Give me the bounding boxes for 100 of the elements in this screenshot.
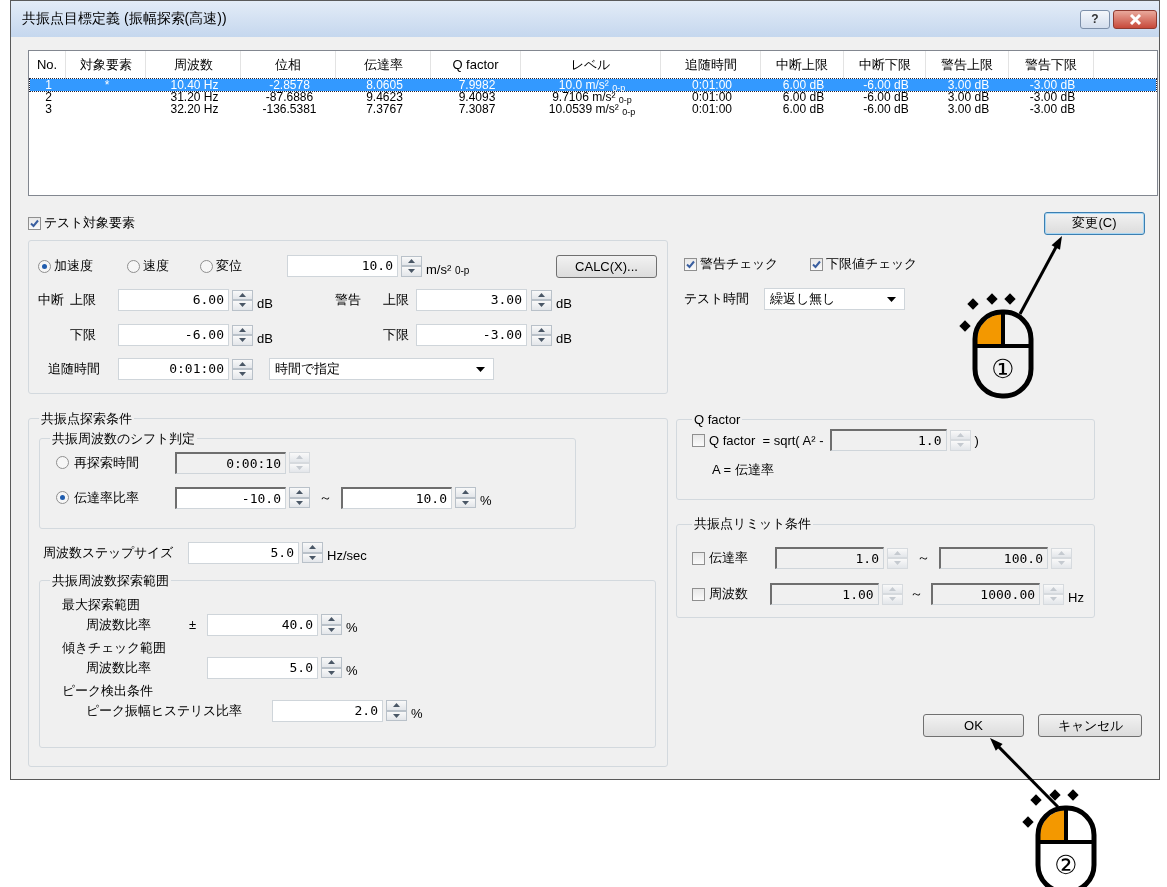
down-triangle-icon [239,303,246,308]
number-field[interactable]: 0:01:00 [118,358,229,380]
number-field[interactable]: 1.00 [769,583,879,605]
spin-down-button[interactable] [232,335,253,346]
radio-button[interactable] [38,259,51,273]
table-cell-text: 7.3767 [365,103,404,118]
spin-down-button[interactable] [321,667,342,679]
spin-down-button[interactable] [232,369,253,380]
down-triangle-icon [1058,561,1065,566]
table-cell-text: 10.0539 m/s² $_{0-p}$ [547,103,637,118]
field-label: ピーク振幅ヒステリス比率 [86,701,243,720]
number-field[interactable]: 100.0 [939,547,1048,569]
checkbox[interactable] [684,257,697,271]
radio-button[interactable] [56,491,69,505]
formula-note: A = 伝達率 [712,461,775,479]
spin-down-button[interactable] [531,300,552,311]
spin-up-button[interactable] [302,542,323,553]
down-triangle-icon [328,627,335,632]
step-number: ① [991,354,1015,384]
spin-down-button[interactable] [321,624,342,636]
number-field[interactable]: 2.0 [272,699,383,722]
number-field[interactable]: 1000.00 [931,583,1041,605]
checkbox[interactable] [692,551,705,565]
table-cell-text: 8.0605 [365,79,404,92]
field-label: 周波数比率 [86,615,152,634]
number-field[interactable]: 6.00 [118,289,229,311]
close-button[interactable] [1113,9,1157,29]
up-triangle-icon [296,490,303,495]
spin-up-button[interactable] [386,700,407,711]
radio-button[interactable] [200,259,213,273]
field-label: 上限 [383,291,410,309]
table-cell-text: 9.4093 [457,91,497,104]
spin-up-button[interactable] [321,657,342,668]
number-field[interactable]: 1.0 [775,547,884,569]
number-field[interactable]: 1.0 [829,429,947,451]
spin-down-button[interactable] [401,266,422,277]
unit-label: dB [257,329,274,346]
table-cell-text: -136.5381 [261,103,318,118]
spin-up-button[interactable] [321,614,342,625]
field-label: 追随時間 [48,360,101,378]
number-field[interactable]: -10.0 [175,486,286,509]
number-field[interactable]: 0:00:10 [175,451,286,474]
spin-down-button[interactable] [455,497,476,509]
change-button[interactable]: 変更(C) [1044,211,1145,235]
cancel-button[interactable]: キャンセル [1038,714,1142,737]
calc-button[interactable]: CALC(X)... [556,254,657,278]
group-title: Q factor [693,412,742,427]
radio-button[interactable] [56,456,69,470]
spin-up-button[interactable] [232,289,253,300]
number-field[interactable]: -3.00 [416,324,527,346]
checkbox[interactable] [692,433,705,447]
step-number: ② [1054,850,1078,880]
caret-icon [887,296,896,302]
number-field[interactable]: 10.0 [287,255,398,277]
field-label: 下限 [383,326,410,344]
number-field[interactable]: -6.00 [118,324,229,346]
up-triangle-icon [309,545,316,550]
unit-label: % [346,619,358,636]
spin-up-button[interactable] [531,289,552,300]
unit-label: % [480,492,492,509]
dropdown[interactable]: 時間で指定 [269,358,494,380]
number-field[interactable]: 40.0 [207,613,318,636]
table-row[interactable]: 3 32.20 Hz -136.5381 7.3767 7.3087 10.0539 m/s² $_{0-p}$ 0:01:00 6.00 dB -6.00 dB 3.00 dB -3.00 dB [30,103,1156,115]
checkbox[interactable] [692,587,705,601]
spin-up-button[interactable] [401,255,422,266]
spin-down-button[interactable] [386,710,407,722]
spin-down-button[interactable] [289,497,310,509]
spin-down-button[interactable] [232,300,253,311]
down-triangle-icon [393,713,400,718]
number-field[interactable]: 3.00 [416,289,527,311]
spin-down-button[interactable] [302,552,323,564]
spin-up-button[interactable] [232,358,253,369]
spin-up-button[interactable] [531,324,552,335]
table-cell-text: 3.00 dB [946,91,991,104]
checkbox[interactable] [810,257,823,271]
table-cell-text: 3.00 dB [946,103,991,118]
ok-button[interactable]: OK [923,714,1024,737]
up-triangle-icon [328,617,335,622]
field-label: テスト時間 [684,290,750,308]
up-triangle-icon [538,292,545,297]
dropdown[interactable]: 繰返し無し [764,288,905,310]
spin-up-button[interactable] [289,487,310,498]
section-heading: 傾きチェック範囲 [62,638,167,657]
number-field[interactable]: 10.0 [341,486,452,509]
number-field[interactable]: 5.0 [188,541,299,564]
up-triangle-icon [462,490,469,495]
radio-button[interactable] [127,259,140,273]
help-button[interactable]: ? [1080,9,1110,29]
checkbox[interactable] [28,216,41,230]
up-triangle-icon [894,550,901,555]
down-triangle-icon [309,555,316,560]
spin-up-button[interactable] [232,324,253,335]
radio-label: 再探索時間 [74,453,139,472]
spin-down-button[interactable] [531,335,552,346]
number-field[interactable]: 5.0 [207,656,318,679]
down-triangle-icon [1050,597,1058,602]
up-triangle-icon [328,660,335,665]
table-cell-text: 0:01:00 [690,91,733,104]
spin-up-button[interactable] [455,487,476,498]
table-cell-text: 6.00 dB [781,79,826,92]
